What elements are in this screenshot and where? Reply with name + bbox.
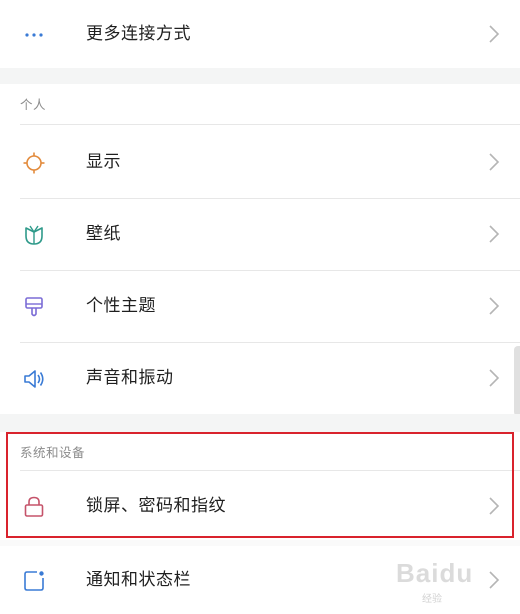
sound-vibration-item[interactable]: 声音和振动	[0, 344, 520, 412]
tulip-icon	[25, 225, 43, 245]
sound-vibration-label: 声音和振动	[86, 368, 174, 388]
watermark-brand: Baidu	[396, 558, 474, 588]
more-connections-label: 更多连接方式	[86, 24, 191, 44]
notification-icon	[24, 571, 44, 591]
brush-icon	[25, 297, 43, 317]
display-item[interactable]: 显示	[0, 128, 520, 196]
section-title-personal: 个人	[20, 97, 47, 112]
lockscreen-password-fingerprint-item[interactable]: 锁屏、密码和指纹	[0, 472, 520, 540]
more-connections-item[interactable]: 更多连接方式	[0, 0, 520, 68]
chevron-right-icon	[489, 25, 500, 43]
lock-icon	[24, 496, 44, 517]
divider	[20, 342, 520, 343]
scrollbar[interactable]	[514, 346, 520, 416]
chevron-right-icon	[489, 297, 500, 315]
divider	[20, 270, 520, 271]
display-label: 显示	[86, 152, 121, 172]
more-dots-icon	[25, 33, 43, 37]
chevron-right-icon	[489, 497, 500, 515]
speaker-icon	[24, 370, 44, 388]
chevron-right-icon	[489, 153, 500, 171]
chevron-right-icon	[489, 225, 500, 243]
themes-item[interactable]: 个性主题	[0, 272, 520, 340]
themes-label: 个性主题	[86, 296, 156, 316]
section-spacer	[0, 68, 520, 84]
divider	[20, 470, 520, 471]
notifications-label: 通知和状态栏	[86, 570, 191, 590]
wallpaper-label: 壁纸	[86, 224, 121, 244]
wallpaper-item[interactable]: 壁纸	[0, 200, 520, 268]
lockscreen-label: 锁屏、密码和指纹	[86, 496, 226, 516]
chevron-right-icon	[489, 369, 500, 387]
section-spacer	[0, 414, 520, 432]
sun-icon	[23, 152, 45, 174]
divider	[20, 124, 520, 125]
section-title-system: 系统和设备	[20, 445, 86, 460]
watermark-sub: 经验	[422, 594, 442, 605]
divider	[20, 198, 520, 199]
baidu-watermark: Baidu 经验	[396, 556, 514, 605]
